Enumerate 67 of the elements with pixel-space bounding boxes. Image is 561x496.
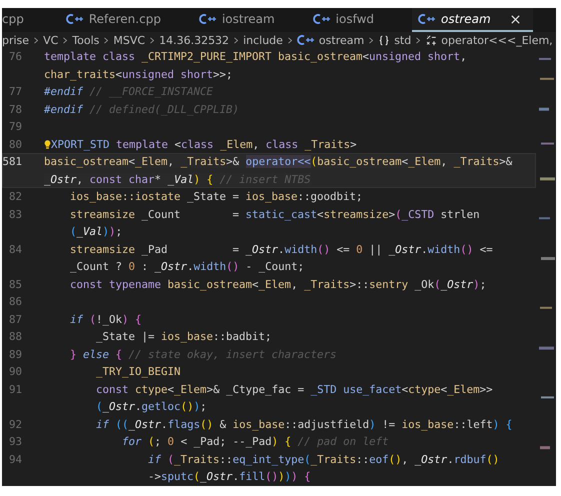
code-line: char_traits<unsigned short>>; <box>44 68 233 81</box>
editor-tab[interactable]: iosfwd <box>312 8 386 32</box>
line-number: 85 <box>8 278 22 291</box>
code-line: streamsize _Pad = _Ostr.width() <= 0 || _Ostr.width() <= <box>69 242 493 256</box>
code-line: #endif // defined(_DLL_CPPLIB) <box>44 102 240 116</box>
editor-tab[interactable]: iostream <box>198 8 287 32</box>
chevron-icon <box>415 36 422 44</box>
breadcrumb-item[interactable]: Tools <box>72 34 100 46</box>
breadcrumb-item[interactable]: prise <box>2 34 30 46</box>
chevron-icon <box>62 36 68 44</box>
code-line: (_Ostr.getloc()); <box>95 400 207 414</box>
editor-tab[interactable]: Referen.cpp <box>66 8 173 32</box>
line-number: 78 <box>8 102 22 116</box>
line-number: 86 <box>8 295 22 308</box>
chevron-icon <box>368 36 374 44</box>
line-number: 76 <box>8 50 22 64</box>
close-icon[interactable] <box>510 14 521 24</box>
code-line: _Count ? 0 : _Ostr.width() - _Count; <box>69 260 304 274</box>
chevron-icon <box>103 36 110 44</box>
lightbulb-icon[interactable] <box>44 138 51 150</box>
code-line: ->sputc(_Ostr.fill()))) { <box>147 470 311 484</box>
code-line: _State |= ios_base::badbit; <box>95 330 272 344</box>
chevron-icon <box>149 36 156 44</box>
code-line: if (_Traits::eq_int_type(_Traits::eof(), _Ostr.rdbuf() <box>147 452 500 466</box>
code-line: if (!_Ok) { <box>69 312 142 326</box>
line-number: 90 <box>8 365 22 378</box>
line-number: 83 <box>8 208 22 221</box>
line-number: 87 <box>8 312 22 326</box>
cpp-file-icon <box>296 34 315 46</box>
line-number: 89 <box>8 348 22 361</box>
line-number: 82 <box>8 190 22 204</box>
editor-tab[interactable]: cpp <box>2 8 36 32</box>
breadcrumb-item[interactable]: VC <box>43 34 58 46</box>
code-line: const typename basic_ostream<_Elem, _Traits>::sentry _Ok(_Ostr); <box>69 278 486 291</box>
chevron-icon <box>233 36 240 44</box>
operator-icon <box>425 34 438 46</box>
line-number: 80 <box>8 138 22 151</box>
breadcrumb-item[interactable]: std <box>394 34 412 46</box>
breadcrumb-item[interactable]: 14.36.32532 <box>159 34 230 46</box>
code-line: if ((_Ostr.flags() & ios_base::adjustfield) != ios_base::left) { <box>95 418 512 431</box>
code-line: } else { // state okay, insert characters <box>69 348 337 361</box>
line-number: 77 <box>8 85 22 98</box>
line-number: 88 <box>8 330 22 344</box>
braces-icon <box>378 34 390 46</box>
chevron-icon <box>286 36 293 44</box>
code-line: template class _CRTIMP2_PURE_IMPORT basic_ostream<unsigned short, <box>44 50 467 64</box>
code-line: ios_base::iostate _State = ios_base::goodbit; <box>69 190 363 204</box>
breadcrumb-item[interactable]: operator<<<_Elem, <box>441 34 553 46</box>
chevron-icon <box>33 36 40 44</box>
line-number: 581 <box>2 155 22 168</box>
breadcrumb-item[interactable]: MSVC <box>113 34 146 46</box>
code-line: streamsize _Count = static_cast<streamsize>(_CSTD strlen <box>69 208 480 221</box>
editor-tab[interactable]: ostream <box>412 8 533 32</box>
code-line: #endif // __FORCE_INSTANCE <box>44 85 214 98</box>
code-line: const ctype<_Elem>& _Ctype_fac = _STD use_facet<ctype<_Elem>> <box>95 382 493 396</box>
line-number: 92 <box>8 418 22 431</box>
code-line: (_Val)); <box>69 225 122 238</box>
code-line: XPORT_STD template <class _Elem, class _Traits> <box>51 138 357 151</box>
breadcrumb-item[interactable]: ostream <box>318 34 364 46</box>
line-number: 93 <box>8 435 22 448</box>
line-number: 91 <box>8 382 22 396</box>
line-number: 79 <box>8 120 22 134</box>
line-number: 84 <box>8 242 22 256</box>
code-line: _TRY_IO_BEGIN <box>95 365 181 378</box>
line-number: 94 <box>8 452 22 466</box>
code-line: for (; 0 < _Pad; --_Pad) { // pad on left <box>121 435 389 448</box>
breadcrumb-item[interactable]: include <box>243 34 283 46</box>
